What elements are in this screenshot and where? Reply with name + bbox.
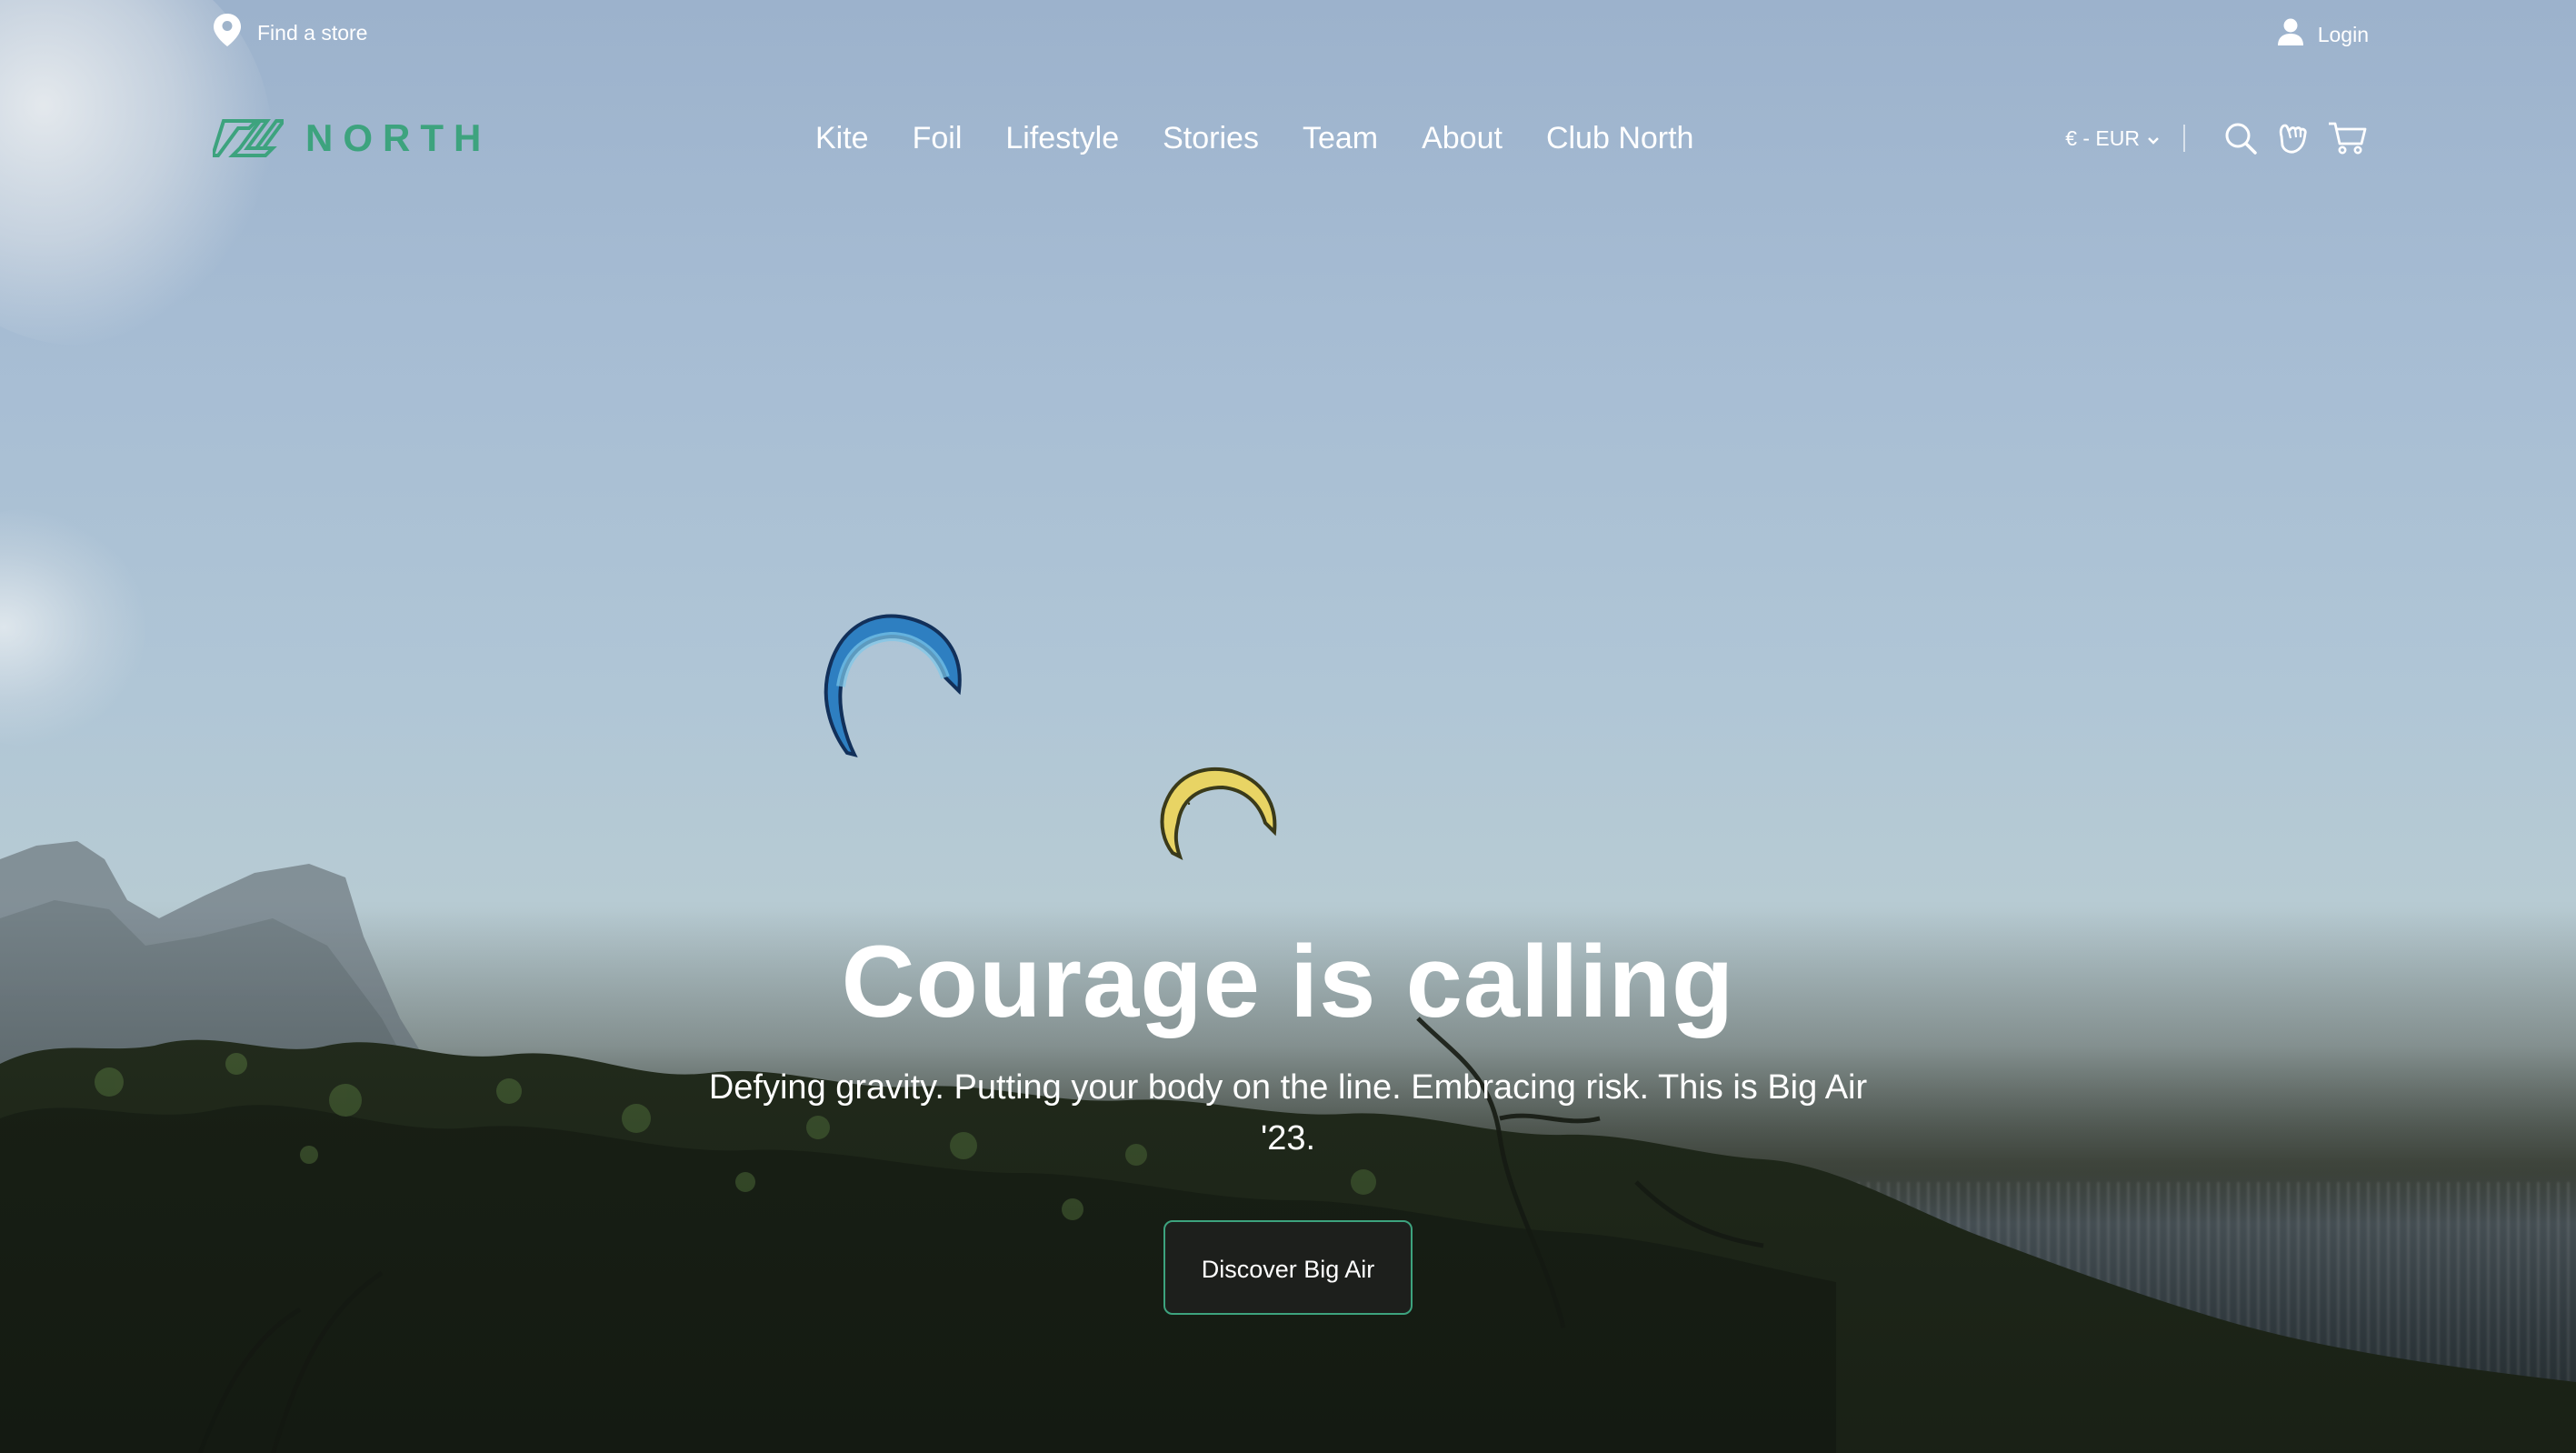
nav-item-lifestyle[interactable]: Lifestyle	[1005, 121, 1119, 156]
shaka-hand-icon[interactable]	[2274, 120, 2311, 156]
user-icon	[2276, 17, 2305, 52]
discover-big-air-button[interactable]: Discover Big Air	[1163, 1220, 1413, 1315]
nav-item-team[interactable]: Team	[1303, 121, 1378, 156]
currency-label: € - EUR	[2065, 125, 2140, 150]
hero-section: Courage is calling Defying gravity. Putt…	[0, 918, 2576, 1315]
chevron-down-icon	[2147, 126, 2160, 151]
nav-item-about[interactable]: About	[1422, 121, 1503, 156]
nav-item-kite[interactable]: Kite	[815, 121, 869, 156]
blue-kite	[824, 614, 962, 757]
divider	[2183, 125, 2185, 152]
north-logo-mark-icon	[213, 119, 284, 157]
utility-bar: Find a store Login	[0, 0, 2576, 67]
find-store-label: Find a store	[257, 20, 368, 45]
hero-subtitle: Defying gravity. Putting your body on th…	[708, 1068, 1868, 1157]
login-label: Login	[2317, 22, 2369, 46]
yellow-kite: .	[1160, 767, 1277, 860]
primary-menu: Kite Foil Lifestyle Stories Team About C…	[815, 115, 1693, 162]
cart-icon[interactable]	[2327, 120, 2367, 156]
currency-selector[interactable]: € - EUR	[2065, 126, 2160, 151]
login-link[interactable]: Login	[2276, 15, 2369, 55]
brand-name: NORTH	[305, 116, 492, 159]
main-navbar: NORTH Kite Foil Lifestyle Stories Team A…	[0, 100, 2576, 176]
search-icon[interactable]	[2223, 121, 2258, 155]
find-store-link[interactable]: Find a store	[212, 13, 367, 53]
map-pin-icon	[212, 12, 243, 54]
nav-item-stories[interactable]: Stories	[1163, 121, 1259, 156]
north-logo[interactable]: NORTH	[213, 115, 491, 162]
hero-title: Courage is calling	[841, 925, 1735, 1038]
nav-item-foil[interactable]: Foil	[913, 121, 963, 156]
page: . Find a store Login NORTH Kite Foil Lif…	[0, 0, 2576, 1453]
nav-item-club-north[interactable]: Club North	[1546, 121, 1694, 156]
svg-text:.: .	[1186, 787, 1192, 809]
header-tools: € - EUR	[2065, 113, 2367, 164]
